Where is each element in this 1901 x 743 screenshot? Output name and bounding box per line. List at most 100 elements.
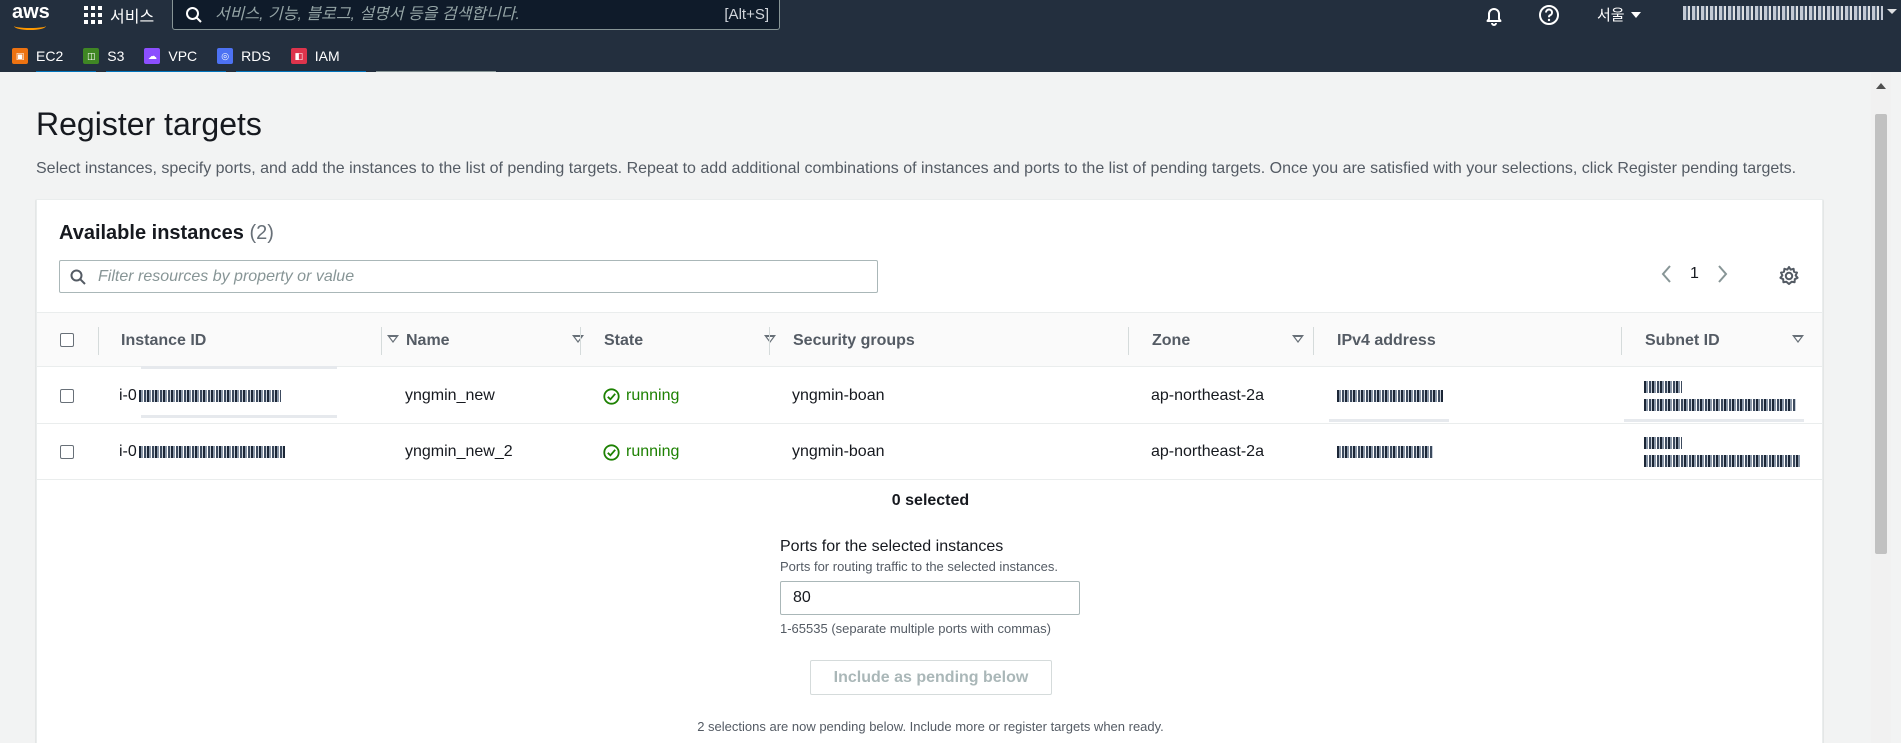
grid-icon <box>84 6 102 24</box>
sort-icon[interactable] <box>1292 335 1304 343</box>
ipv4-cell <box>1337 368 1443 424</box>
pending-note: 2 selections are now pending below. Incl… <box>697 719 1164 734</box>
instance-count: (2) <box>249 222 274 244</box>
column-name[interactable]: Name <box>406 313 606 368</box>
page-number[interactable]: 1 <box>1690 265 1699 283</box>
instance-id-prefix: i-0 <box>119 443 137 460</box>
favorite-iam[interactable]: ◧ IAM <box>290 48 340 64</box>
status-success-icon <box>603 387 620 405</box>
zone-cell: ap-northeast-2a <box>1151 443 1264 460</box>
instance-id-cell: i-0 <box>119 424 285 480</box>
favorite-iam-label: IAM <box>314 48 340 64</box>
page-title: Register targets <box>36 106 262 142</box>
sort-icon[interactable] <box>1792 335 1804 343</box>
state-text: running <box>626 387 680 404</box>
favorite-rds-label: RDS <box>241 48 271 64</box>
sort-icon[interactable] <box>387 335 399 343</box>
account-menu-redacted[interactable] <box>1683 6 1897 20</box>
table-row[interactable]: i-0 yngmin_new_2 running yngmin-boan ap-… <box>37 424 1822 480</box>
security-group-cell: yngmin-boan <box>792 443 885 460</box>
column-instance-id[interactable]: Instance ID <box>121 313 417 368</box>
vpc-icon: ☁ <box>144 48 161 64</box>
redacted-subnet-line-2 <box>1644 455 1800 467</box>
selected-count: 0 selected <box>891 492 970 509</box>
favorite-rds[interactable]: ◎ RDS <box>217 48 271 64</box>
state-cell: running <box>603 424 679 480</box>
zone-cell: ap-northeast-2a <box>1151 387 1264 404</box>
redacted-subnet-line-1 <box>1644 381 1682 393</box>
aws-logo-text: aws <box>12 1 50 23</box>
chevron-right-icon[interactable] <box>1717 264 1729 284</box>
scroll-up-arrow-icon[interactable] <box>1876 78 1886 89</box>
filter-box[interactable] <box>59 260 878 293</box>
row-checkbox[interactable] <box>60 445 74 459</box>
column-zone[interactable]: Zone <box>1152 313 1322 368</box>
breadcrumb-item[interactable] <box>236 68 366 72</box>
services-label: 서비스 <box>110 9 155 26</box>
column-label: Instance ID <box>121 331 207 349</box>
s3-icon: ◫ <box>83 48 100 64</box>
help-icon[interactable] <box>1538 4 1560 26</box>
favorite-vpc-label: VPC <box>168 48 198 64</box>
breadcrumb-item[interactable] <box>36 68 96 72</box>
top-navigation: aws 서비스 [Alt+S] 서울 <box>0 0 1901 40</box>
redacted-instance-id <box>138 446 285 458</box>
column-label: State <box>604 331 644 349</box>
global-search-input[interactable] <box>215 5 695 24</box>
ports-description: Ports for routing traffic to the selecte… <box>780 559 1058 574</box>
row-checkbox[interactable] <box>60 389 74 403</box>
column-subnet-id[interactable]: Subnet ID <box>1645 313 1822 368</box>
name-cell: yngmin_new_2 <box>405 443 513 460</box>
region-selector[interactable]: 서울 <box>1597 4 1641 25</box>
select-all-checkbox[interactable] <box>60 333 74 347</box>
page-description: Select instances, specify ports, and add… <box>36 160 1797 177</box>
column-label: Subnet ID <box>1645 331 1720 349</box>
ipv4-cell <box>1337 424 1433 480</box>
state-cell: running <box>603 368 679 424</box>
global-search[interactable]: [Alt+S] <box>172 0 780 30</box>
search-icon <box>186 6 202 23</box>
sort-icon[interactable] <box>572 335 584 343</box>
breadcrumb-item[interactable] <box>106 68 226 72</box>
column-security-groups: Security groups <box>793 313 1093 368</box>
name-cell: yngmin_new <box>405 387 495 404</box>
rds-icon: ◎ <box>217 48 234 64</box>
favorite-s3[interactable]: ◫ S3 <box>83 48 124 64</box>
available-instances-panel: Available instances (2) 1 Instance ID Na… <box>36 199 1823 743</box>
table-row[interactable]: i-0 yngmin_new running yngmin-boan ap-no… <box>37 366 1822 424</box>
column-label: IPv4 address <box>1337 331 1436 349</box>
favorite-ec2[interactable]: ▣ EC2 <box>12 48 63 64</box>
include-as-pending-button[interactable]: Include as pending below <box>810 660 1052 695</box>
state-text: running <box>626 443 680 460</box>
page-scrollbar[interactable] <box>1871 72 1891 743</box>
aws-smile-icon <box>14 22 46 30</box>
notifications-bell-icon[interactable] <box>1483 4 1505 26</box>
column-label: Zone <box>1152 331 1191 349</box>
ec2-icon: ▣ <box>12 48 28 64</box>
services-menu-button[interactable]: 서비스 <box>84 0 154 30</box>
gear-icon[interactable] <box>1778 265 1800 287</box>
redacted-subnet-line-2 <box>1644 399 1796 411</box>
sort-icon[interactable] <box>764 335 776 343</box>
scrollbar-thumb[interactable] <box>1875 114 1887 554</box>
redacted-subnet-line-1 <box>1644 437 1682 449</box>
breadcrumb <box>36 64 496 72</box>
iam-icon: ◧ <box>290 48 307 64</box>
aws-logo[interactable]: aws <box>12 2 50 34</box>
pagination: 1 <box>1660 264 1729 284</box>
subnet-id-cell <box>1644 424 1800 480</box>
ports-input[interactable] <box>780 581 1080 615</box>
chevron-left-icon[interactable] <box>1660 264 1672 284</box>
ports-hint: 1-65535 (separate multiple ports with co… <box>780 621 1051 636</box>
table-header: Instance ID Name State Security groups Z… <box>37 312 1822 367</box>
redacted-ipv4 <box>1337 446 1433 458</box>
favorite-vpc[interactable]: ☁ VPC <box>144 48 197 64</box>
security-group-cell: yngmin-boan <box>792 387 885 404</box>
panel-title-text: Available instances <box>59 222 244 244</box>
filter-input[interactable] <box>98 267 858 286</box>
caret-down-icon <box>1630 11 1641 18</box>
ports-label: Ports for the selected instances <box>780 538 1004 555</box>
favorite-ec2-label: EC2 <box>36 48 64 64</box>
column-state[interactable]: State <box>604 313 794 368</box>
search-icon <box>70 269 86 285</box>
